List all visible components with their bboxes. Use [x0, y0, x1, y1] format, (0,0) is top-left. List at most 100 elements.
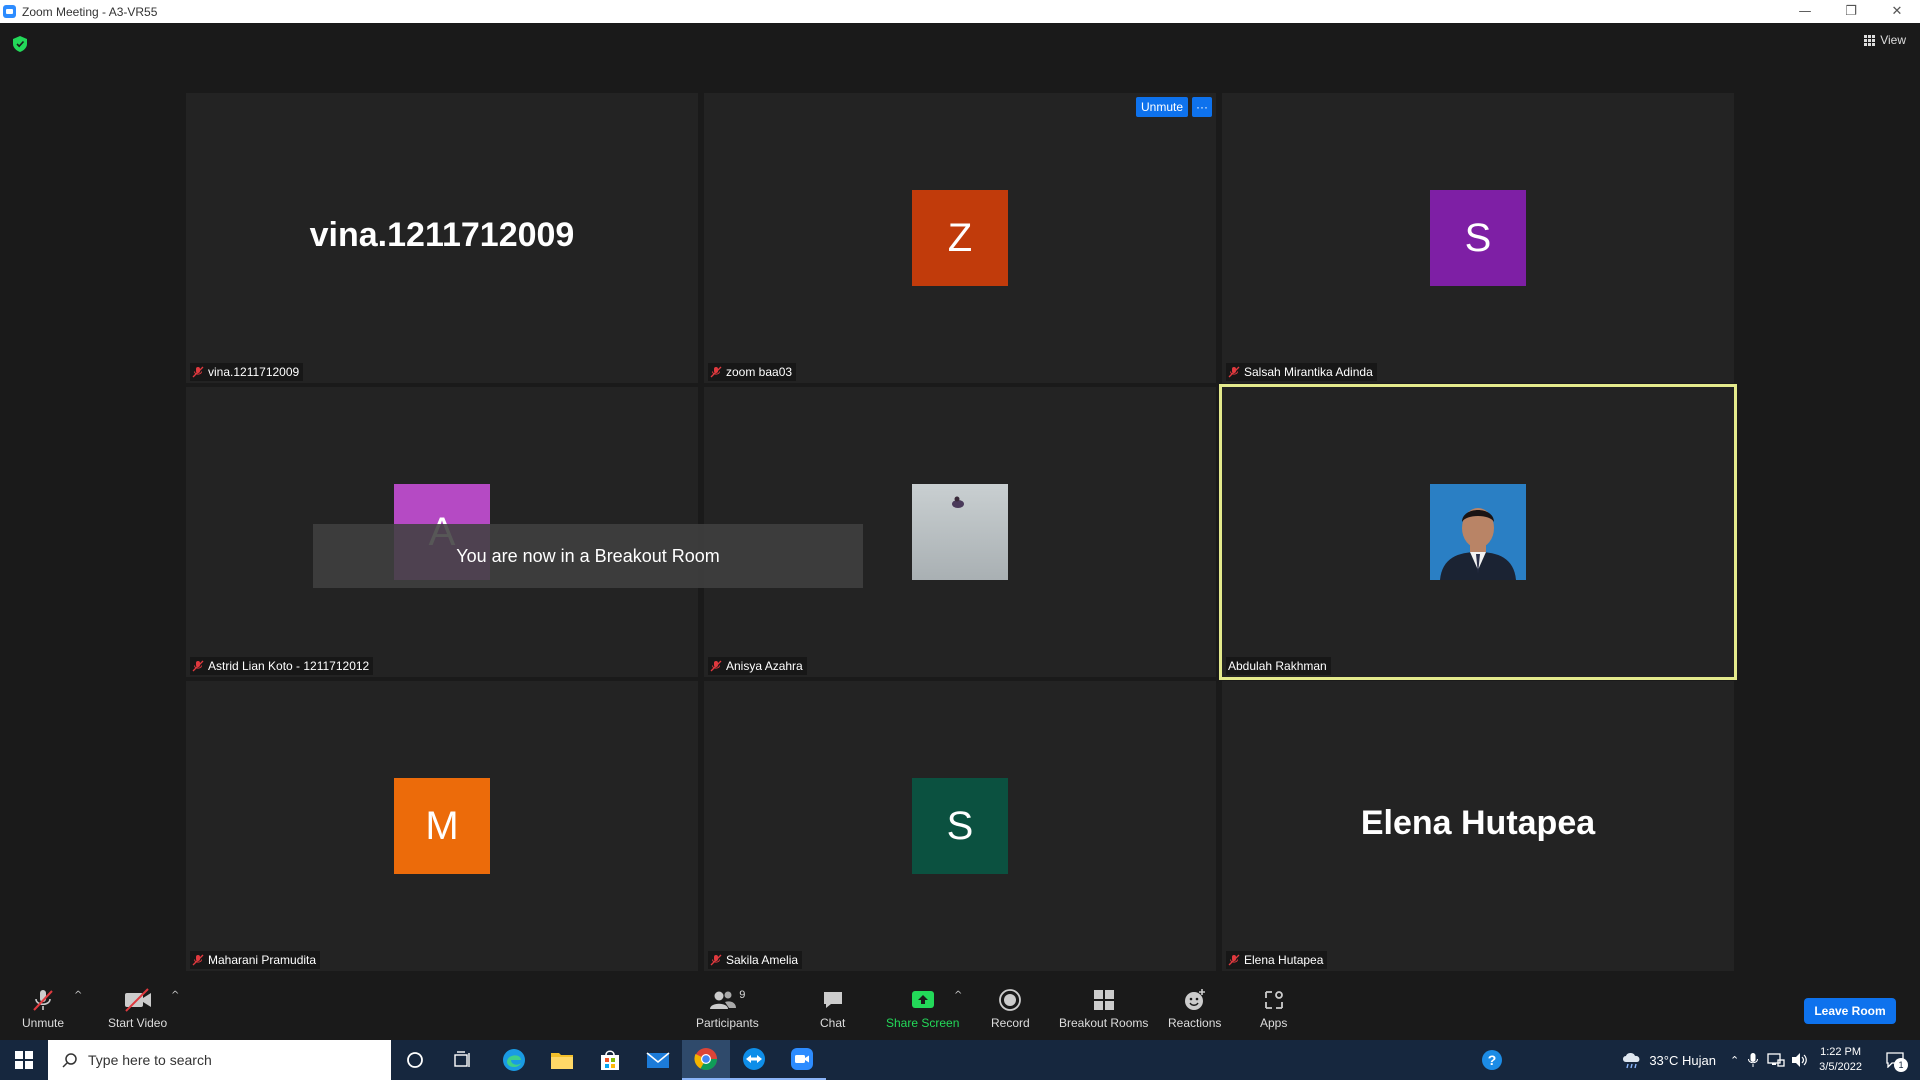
microphone-tray-icon[interactable] — [1747, 1052, 1759, 1068]
teamviewer-icon — [743, 1048, 765, 1070]
microphone-muted-icon — [31, 988, 55, 1012]
participant-name: zoom baa03 — [726, 365, 793, 379]
reactions-label: Reactions — [1168, 1016, 1222, 1030]
zoom-taskbar-app[interactable] — [778, 1040, 826, 1080]
breakout-room-notification: You are now in a Breakout Room — [313, 524, 863, 588]
mail-taskbar-app[interactable] — [634, 1040, 682, 1080]
participant-name: Sakila Amelia — [726, 953, 799, 967]
windows-logo-icon — [15, 1051, 33, 1069]
meeting-toolbar: Unmute ^ Start Video ^ 9 Participants Ch… — [0, 980, 1920, 1040]
share-screen-button[interactable]: Share Screen — [886, 988, 959, 1030]
show-hidden-icons-chevron-icon[interactable]: ⌃ — [1730, 1054, 1739, 1067]
participant-tile-active-speaker[interactable]: Abdulah Rakhman — [1219, 384, 1737, 680]
window-controls: — ❐ ✕ — [1782, 0, 1920, 23]
participant-tile[interactable]: vina.1211712009 vina.1211712009 — [186, 93, 698, 383]
participant-tile[interactable]: Elena Hutapea Elena Hutapea — [1222, 681, 1734, 971]
weather-rain-icon[interactable] — [1621, 1050, 1643, 1070]
audio-options-caret[interactable]: ^ — [74, 990, 82, 1001]
help-question-icon: ? — [1482, 1050, 1502, 1070]
record-icon — [998, 988, 1022, 1012]
search-icon — [62, 1053, 77, 1068]
share-screen-icon — [910, 988, 936, 1012]
store-bag-icon — [601, 1050, 619, 1070]
restore-button[interactable]: ❐ — [1828, 0, 1874, 23]
edge-browser-icon — [503, 1049, 525, 1071]
minimize-button[interactable]: — — [1782, 0, 1828, 23]
video-off-icon — [123, 988, 153, 1012]
participant-big-name: Elena Hutapea — [1360, 804, 1596, 842]
store-taskbar-app[interactable] — [586, 1040, 634, 1080]
chat-button[interactable]: Chat — [820, 988, 845, 1030]
participant-tile[interactable]: M Maharani Pramudita — [186, 681, 698, 971]
weather-text[interactable]: 33°C Hujan — [1649, 1053, 1716, 1068]
participants-button[interactable]: 9 Participants — [696, 988, 759, 1030]
reactions-button[interactable]: Reactions — [1168, 988, 1221, 1030]
leave-room-button[interactable]: Leave Room — [1804, 998, 1896, 1024]
share-screen-label: Share Screen — [886, 1016, 960, 1030]
participant-avatar: S — [1430, 190, 1526, 286]
mic-muted-icon — [710, 366, 722, 378]
chrome-browser-icon — [694, 1048, 717, 1070]
speaker-volume-icon[interactable] — [1791, 1052, 1809, 1068]
zoom-camera-icon — [791, 1048, 813, 1070]
notification-message: You are now in a Breakout Room — [456, 545, 720, 566]
participant-tile[interactable]: Z zoom baa03 — [704, 93, 1216, 383]
participant-name-label: Astrid Lian Koto - 1211712012 — [190, 657, 374, 675]
participant-name-label: Salsah Mirantika Adinda — [1226, 363, 1377, 381]
start-video-label: Start Video — [108, 1016, 168, 1030]
folder-icon — [551, 1053, 573, 1069]
participants-label: Participants — [696, 1016, 759, 1030]
breakout-rooms-icon — [1092, 988, 1116, 1012]
view-button[interactable]: View — [1864, 33, 1906, 47]
cortana-button[interactable] — [391, 1040, 439, 1080]
task-view-icon — [454, 1051, 470, 1067]
help-taskbar-app[interactable]: ? — [1468, 1040, 1516, 1080]
zoom-app-icon — [3, 5, 16, 18]
window-title: Zoom Meeting - A3-VR55 — [22, 4, 158, 19]
apps-label: Apps — [1260, 1016, 1288, 1030]
close-button[interactable]: ✕ — [1874, 0, 1920, 23]
apps-icon — [1262, 988, 1286, 1012]
chrome-taskbar-app[interactable] — [682, 1040, 730, 1080]
participant-name-label: Sakila Amelia — [708, 951, 803, 969]
file-explorer-taskbar-app[interactable] — [538, 1040, 586, 1080]
notification-count-badge: 1 — [1894, 1058, 1908, 1072]
participant-profile-photo — [1430, 484, 1526, 580]
edge-taskbar-app[interactable] — [490, 1040, 538, 1080]
breakout-rooms-button[interactable]: Breakout Rooms — [1059, 988, 1148, 1030]
security-shield-icon[interactable] — [13, 36, 27, 52]
video-options-caret[interactable]: ^ — [171, 990, 179, 1001]
windows-taskbar: Type here to search ? 33°C Hujan ⌃ 1:22 … — [0, 1040, 1920, 1080]
participant-tile[interactable]: S Sakila Amelia — [704, 681, 1216, 971]
share-options-caret[interactable]: ^ — [954, 990, 962, 1001]
unmute-button[interactable]: Unmute — [22, 988, 64, 1030]
window-title-bar: Zoom Meeting - A3-VR55 — ❐ ✕ — [0, 0, 1920, 23]
action-center-button[interactable]: 1 — [1880, 1040, 1910, 1080]
tile-more-options-button[interactable]: ··· — [1192, 97, 1213, 117]
taskbar-clock[interactable]: 1:22 PM 3/5/2022 — [1819, 1045, 1862, 1075]
smiley-icon — [1183, 988, 1207, 1012]
taskbar-search-box[interactable]: Type here to search — [48, 1040, 391, 1080]
network-icon[interactable] — [1767, 1052, 1785, 1068]
participant-name-label: zoom baa03 — [708, 363, 797, 381]
participant-tile[interactable]: S Salsah Mirantika Adinda — [1222, 93, 1734, 383]
participant-big-name: vina.1211712009 — [309, 216, 575, 254]
record-button[interactable]: Record — [991, 988, 1030, 1030]
participant-name-label: Elena Hutapea — [1226, 951, 1328, 969]
participant-profile-photo — [912, 484, 1008, 580]
clock-date: 3/5/2022 — [1819, 1061, 1862, 1073]
mic-muted-icon — [192, 366, 204, 378]
search-placeholder: Type here to search — [88, 1052, 212, 1068]
mic-muted-icon — [1228, 366, 1240, 378]
start-video-button[interactable]: Start Video — [108, 988, 167, 1030]
tile-hover-controls: Unmute ··· — [1136, 97, 1213, 117]
task-view-button[interactable] — [439, 1040, 487, 1080]
participant-avatar: S — [912, 778, 1008, 874]
teamviewer-taskbar-app[interactable] — [730, 1040, 778, 1080]
chat-bubble-icon — [821, 988, 845, 1012]
apps-button[interactable]: Apps — [1260, 988, 1287, 1030]
mic-muted-icon — [710, 660, 722, 672]
start-button[interactable] — [0, 1040, 48, 1080]
participant-avatar: Z — [912, 190, 1008, 286]
tile-unmute-button[interactable]: Unmute — [1136, 97, 1189, 117]
